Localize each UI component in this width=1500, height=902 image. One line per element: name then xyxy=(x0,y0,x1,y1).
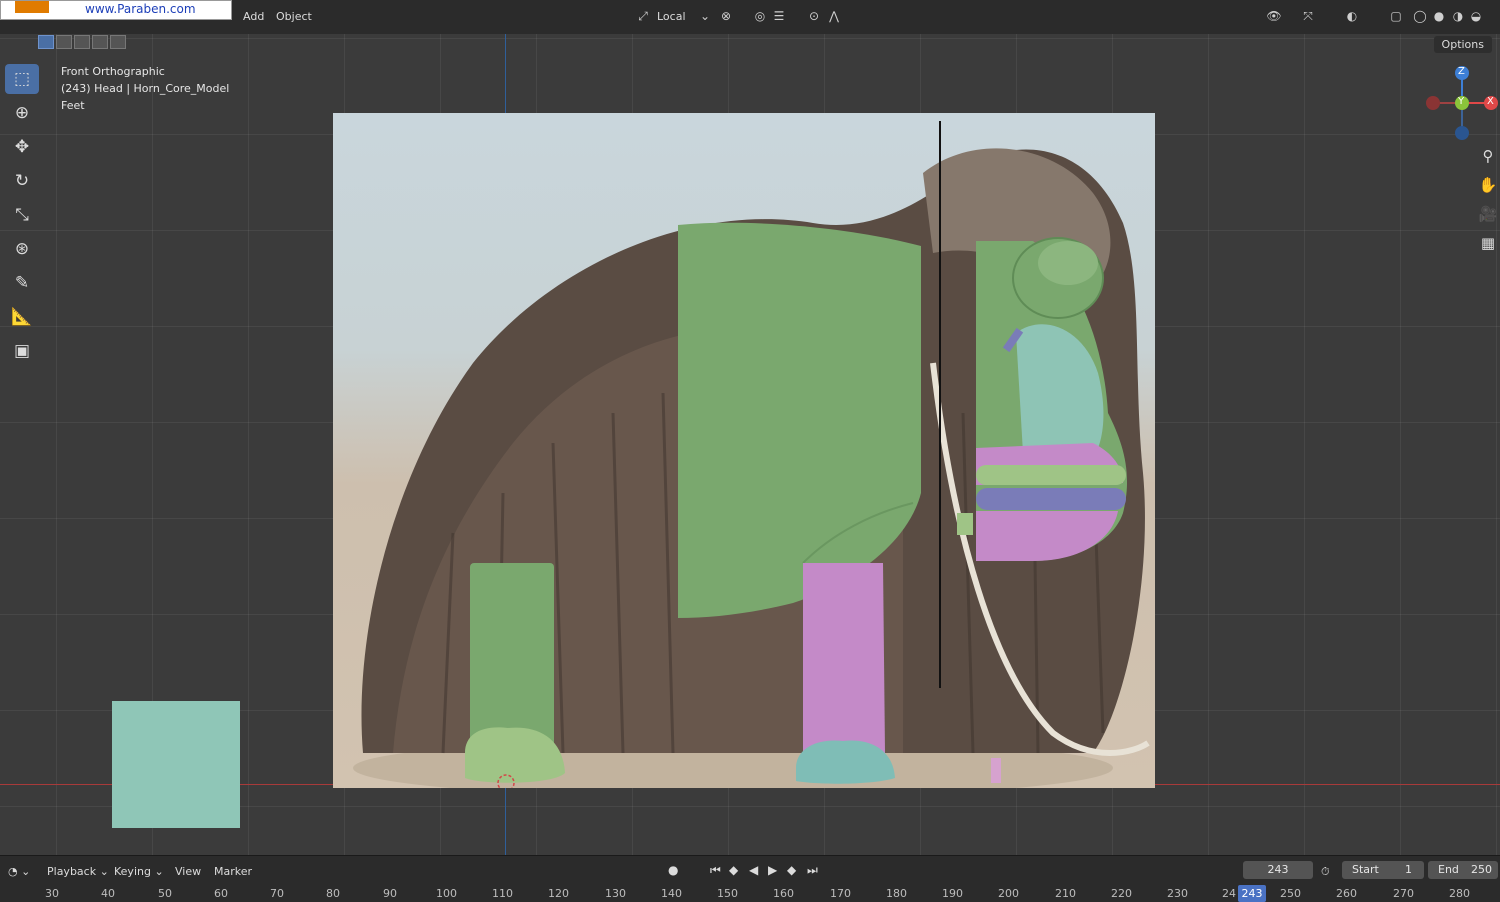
timeline-editor: ◔ ⌄ Playback ⌄ Keying ⌄ View Marker ● ⏮ … xyxy=(0,855,1500,902)
proportional-editing-icon[interactable]: ⊙ xyxy=(806,9,822,23)
navigation-gizmo[interactable]: Z Y X xyxy=(1423,63,1499,143)
ruler-tick: 100 xyxy=(436,887,457,900)
play-reverse-icon[interactable]: ◀ xyxy=(749,863,758,877)
collection-name: Feet xyxy=(61,99,85,112)
ruler-tick: 180 xyxy=(886,887,907,900)
view-name: Front Orthographic xyxy=(61,65,165,78)
snap-target-icon[interactable]: ☰ xyxy=(771,9,787,23)
menu-add[interactable]: Add xyxy=(243,10,264,23)
ruler-tick: 110 xyxy=(492,887,513,900)
ruler-tick: 170 xyxy=(830,887,851,900)
watermark-url: www.Paraben.com xyxy=(85,2,196,16)
select-invert-mode-button[interactable] xyxy=(92,35,108,49)
pivot-point-icon[interactable]: ⊗ xyxy=(718,9,734,23)
watermark-mark-icon xyxy=(15,1,49,13)
snap-icon[interactable]: ◎ xyxy=(752,9,768,23)
next-keyframe-icon[interactable]: ◆ xyxy=(787,863,796,877)
rendered-shading-icon[interactable]: ◒ xyxy=(1468,9,1484,23)
record-button-icon[interactable]: ● xyxy=(668,863,678,877)
preview-range-icon[interactable]: ⏱ xyxy=(1321,865,1330,879)
ruler-tick: 40 xyxy=(101,887,115,900)
ruler-tick: 50 xyxy=(158,887,172,900)
ruler-tick: 150 xyxy=(717,887,738,900)
options-dropdown[interactable]: Options xyxy=(1433,36,1492,53)
ruler-tick: 60 xyxy=(214,887,228,900)
transform-orientation-dropdown[interactable]: Local xyxy=(657,10,686,23)
ruler-tick: 120 xyxy=(548,887,569,900)
ruler-tick: 130 xyxy=(605,887,626,900)
move-tool-icon[interactable]: ✥ xyxy=(5,132,39,162)
xray-toggle-icon[interactable]: ▢ xyxy=(1388,9,1404,23)
ruler-tick: 260 xyxy=(1336,887,1357,900)
rotate-tool-icon[interactable]: ↻ xyxy=(5,166,39,196)
ortho-grid-icon[interactable]: ▦ xyxy=(1478,233,1498,253)
ruler-tick: 140 xyxy=(661,887,682,900)
jump-start-icon[interactable]: ⏮ xyxy=(710,863,721,878)
playhead-frame-indicator[interactable]: 243 xyxy=(1238,885,1266,902)
ruler-tick: 30 xyxy=(45,887,59,900)
scale-tool-icon[interactable]: ⤡ xyxy=(5,200,39,230)
tool-shelf: ⬚ ⊕ ✥ ↻ ⤡ ⊛ ✎ 📐 ▣ xyxy=(5,64,43,370)
selection-mode-buttons xyxy=(38,34,128,53)
watermark-logo: www.Paraben.com xyxy=(0,0,232,20)
visibility-icon[interactable]: 👁 xyxy=(1266,9,1282,23)
menu-object[interactable]: Object xyxy=(276,10,312,23)
ruler-tick: 24 xyxy=(1222,887,1236,900)
ruler-tick: 160 xyxy=(773,887,794,900)
ruler-tick: 270 xyxy=(1393,887,1414,900)
active-object-info: (243) Head | Horn_Core_Model xyxy=(61,82,230,95)
gizmo-toggle-icon[interactable]: ⤧ xyxy=(1300,9,1316,23)
ruler-tick: 90 xyxy=(383,887,397,900)
color-reference-swatch xyxy=(112,701,240,828)
solid-shading-icon[interactable]: ● xyxy=(1431,9,1447,23)
material-shading-icon[interactable]: ◑ xyxy=(1450,9,1466,23)
ruler-tick: 250 xyxy=(1280,887,1301,900)
end-frame-field[interactable]: End 250 xyxy=(1428,861,1498,879)
marker-menu[interactable]: Marker xyxy=(214,865,252,878)
chevron-down-icon[interactable]: ⌄ xyxy=(697,9,713,23)
keying-menu[interactable]: Keying ⌄ xyxy=(114,865,164,878)
ruler-tick: 200 xyxy=(998,887,1019,900)
select-subtract-mode-button[interactable] xyxy=(74,35,90,49)
jump-end-icon[interactable]: ⏭ xyxy=(807,863,818,878)
transform-orientation-icon: ⤢ xyxy=(638,9,648,23)
ruler-tick: 220 xyxy=(1111,887,1132,900)
gizmo-y-label: Y xyxy=(1458,96,1465,107)
select-intersect-mode-button[interactable] xyxy=(110,35,126,49)
pan-hand-icon[interactable]: ✋ xyxy=(1478,175,1498,195)
view-menu[interactable]: View xyxy=(175,865,201,878)
editor-type-clock-icon[interactable]: ◔ ⌄ xyxy=(8,865,30,878)
prev-keyframe-icon[interactable]: ◆ xyxy=(729,863,738,877)
select-extend-mode-button[interactable] xyxy=(56,35,72,49)
annotate-tool-icon[interactable]: ✎ xyxy=(5,268,39,298)
gizmo-x-label: X xyxy=(1487,96,1494,107)
current-frame-field[interactable]: 243 xyxy=(1243,861,1313,879)
select-new-mode-button[interactable] xyxy=(38,35,54,49)
camera-view-icon[interactable]: 🎥 xyxy=(1478,204,1498,224)
ruler-tick: 210 xyxy=(1055,887,1076,900)
header-bar: www.Paraben.com Add Object ⤢ Local ⌄ ⊗ ◎… xyxy=(0,0,1500,35)
start-frame-field[interactable]: Start 1 xyxy=(1342,861,1424,879)
cursor-tool-icon[interactable]: ⊕ xyxy=(5,98,39,128)
measure-tool-icon[interactable]: 📐 xyxy=(5,302,39,332)
overlay-toggle-icon[interactable]: ◐ xyxy=(1344,9,1360,23)
reference-scene xyxy=(353,121,1150,788)
wireframe-shading-icon[interactable]: ◯ xyxy=(1412,9,1428,23)
playback-menu[interactable]: Playback ⌄ xyxy=(47,865,109,878)
gizmo-z-label: Z xyxy=(1458,66,1465,77)
frame-ruler[interactable]: 30 40 50 60 70 80 90 100 110 120 130 140… xyxy=(0,885,1500,902)
falloff-curve-icon[interactable]: ⋀ xyxy=(826,9,842,23)
play-icon[interactable]: ▶ xyxy=(768,863,777,877)
reference-image[interactable] xyxy=(333,113,1155,788)
ruler-tick: 280 xyxy=(1449,887,1470,900)
zoom-icon[interactable]: ⚲ xyxy=(1478,146,1498,166)
ruler-tick: 70 xyxy=(270,887,284,900)
add-cube-tool-icon[interactable]: ▣ xyxy=(5,336,39,366)
transform-tool-icon[interactable]: ⊛ xyxy=(5,234,39,264)
ruler-tick: 190 xyxy=(942,887,963,900)
ruler-tick: 80 xyxy=(326,887,340,900)
select-box-tool-icon[interactable]: ⬚ xyxy=(5,64,39,94)
viewport-info-overlay: Front Orthographic (243) Head | Horn_Cor… xyxy=(61,63,229,114)
ruler-tick: 230 xyxy=(1167,887,1188,900)
